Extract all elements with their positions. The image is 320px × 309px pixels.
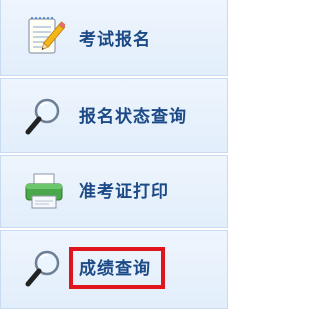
menu-item-exam-registration[interactable]: 考试报名 xyxy=(0,0,228,76)
menu-item-label: 报名状态查询 xyxy=(79,107,187,127)
nav-menu: 考试报名 报名状态查询 准考证打印 成绩查询 xyxy=(0,0,228,309)
menu-item-score-query[interactable]: 成绩查询 xyxy=(0,230,228,309)
printer-icon xyxy=(23,170,65,212)
menu-item-admission-ticket-print[interactable]: 准考证打印 xyxy=(0,155,228,228)
menu-item-label: 成绩查询 xyxy=(79,259,151,279)
menu-item-registration-status-query[interactable]: 报名状态查询 xyxy=(0,78,228,153)
magnifier-icon xyxy=(23,247,65,289)
menu-item-label: 考试报名 xyxy=(79,30,151,50)
menu-item-label: 准考证打印 xyxy=(79,182,169,202)
magnifier-icon xyxy=(23,95,65,137)
notepad-pencil-icon xyxy=(23,15,67,57)
